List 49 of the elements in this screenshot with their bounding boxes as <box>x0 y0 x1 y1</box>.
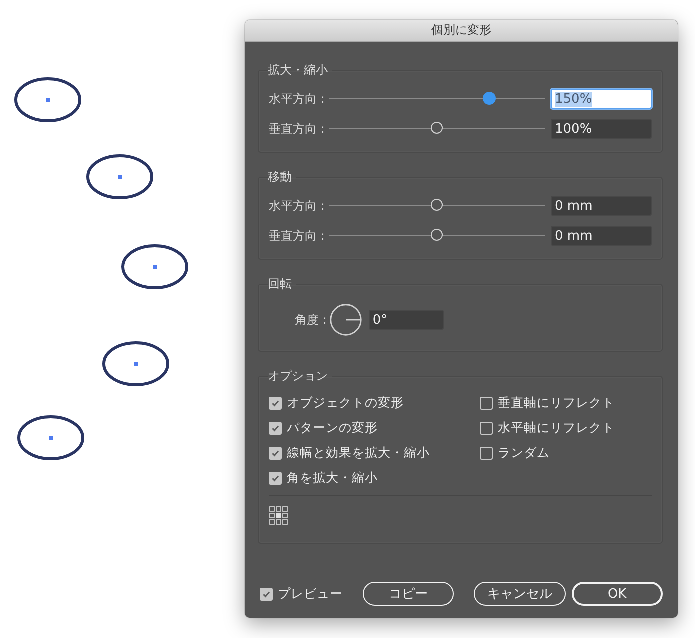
checkbox[interactable] <box>260 588 273 600</box>
checkbox-label: ランダム <box>498 445 550 462</box>
checkbox[interactable] <box>269 397 282 410</box>
check-icon <box>270 398 281 409</box>
ellipse-shape <box>86 154 154 200</box>
field-label: 水平方向 : <box>269 198 326 214</box>
group-heading: オプション <box>268 368 329 385</box>
dialog-button[interactable]: キャンセル <box>474 582 566 606</box>
group-heading: 移動 <box>268 169 293 186</box>
checkbox[interactable] <box>269 447 282 460</box>
ellipse-shape <box>121 244 189 290</box>
checkbox-label: オブジェクトの変形 <box>287 395 404 412</box>
slider-thumb[interactable] <box>431 229 443 241</box>
checkbox[interactable] <box>269 422 282 435</box>
field-label: 垂直方向 : <box>269 228 326 244</box>
dialog-button[interactable]: OK <box>572 582 663 606</box>
check-icon <box>270 448 281 459</box>
input-field[interactable]: 150% <box>551 89 652 109</box>
checkbox-label: 水平軸にリフレクト <box>498 420 615 437</box>
checkbox-label: 角を拡大・縮小 <box>287 470 378 487</box>
dialog-title: 個別に変形 <box>432 22 492 39</box>
checkbox-label: プレビュー <box>278 586 343 602</box>
field-label: 角度 : <box>295 312 327 328</box>
checkbox[interactable] <box>480 447 493 460</box>
group-heading: 回転 <box>268 276 293 293</box>
slider-thumb[interactable] <box>431 199 443 211</box>
field-label: 垂直方向 : <box>269 120 326 138</box>
group-heading: 拡大・縮小 <box>268 62 329 79</box>
check-icon <box>270 423 281 434</box>
ellipse-shape <box>17 415 85 461</box>
field-label: 水平方向 : <box>269 90 326 108</box>
ellipse-shape <box>14 77 82 123</box>
slider-thumb[interactable] <box>482 92 496 105</box>
slider-thumb[interactable] <box>431 122 443 134</box>
check-icon <box>270 473 281 484</box>
checkbox-label: 垂直軸にリフレクト <box>498 395 615 412</box>
checkbox-label: 線幅と効果を拡大・縮小 <box>287 445 430 462</box>
input-field[interactable]: 0° <box>368 310 444 330</box>
ellipse-shape <box>102 341 170 387</box>
dialog-button[interactable]: コピー <box>363 582 454 606</box>
checkbox[interactable] <box>480 397 493 410</box>
input-field[interactable]: 0 mm <box>551 196 652 216</box>
angle-dial[interactable] <box>328 303 363 337</box>
checkbox[interactable] <box>269 472 282 485</box>
input-field[interactable]: 100% <box>551 119 652 139</box>
input-field[interactable]: 0 mm <box>551 226 652 246</box>
checkbox[interactable] <box>480 422 493 435</box>
reference-point-icon[interactable] <box>269 506 289 526</box>
checkbox-label: パターンの変形 <box>287 420 378 437</box>
